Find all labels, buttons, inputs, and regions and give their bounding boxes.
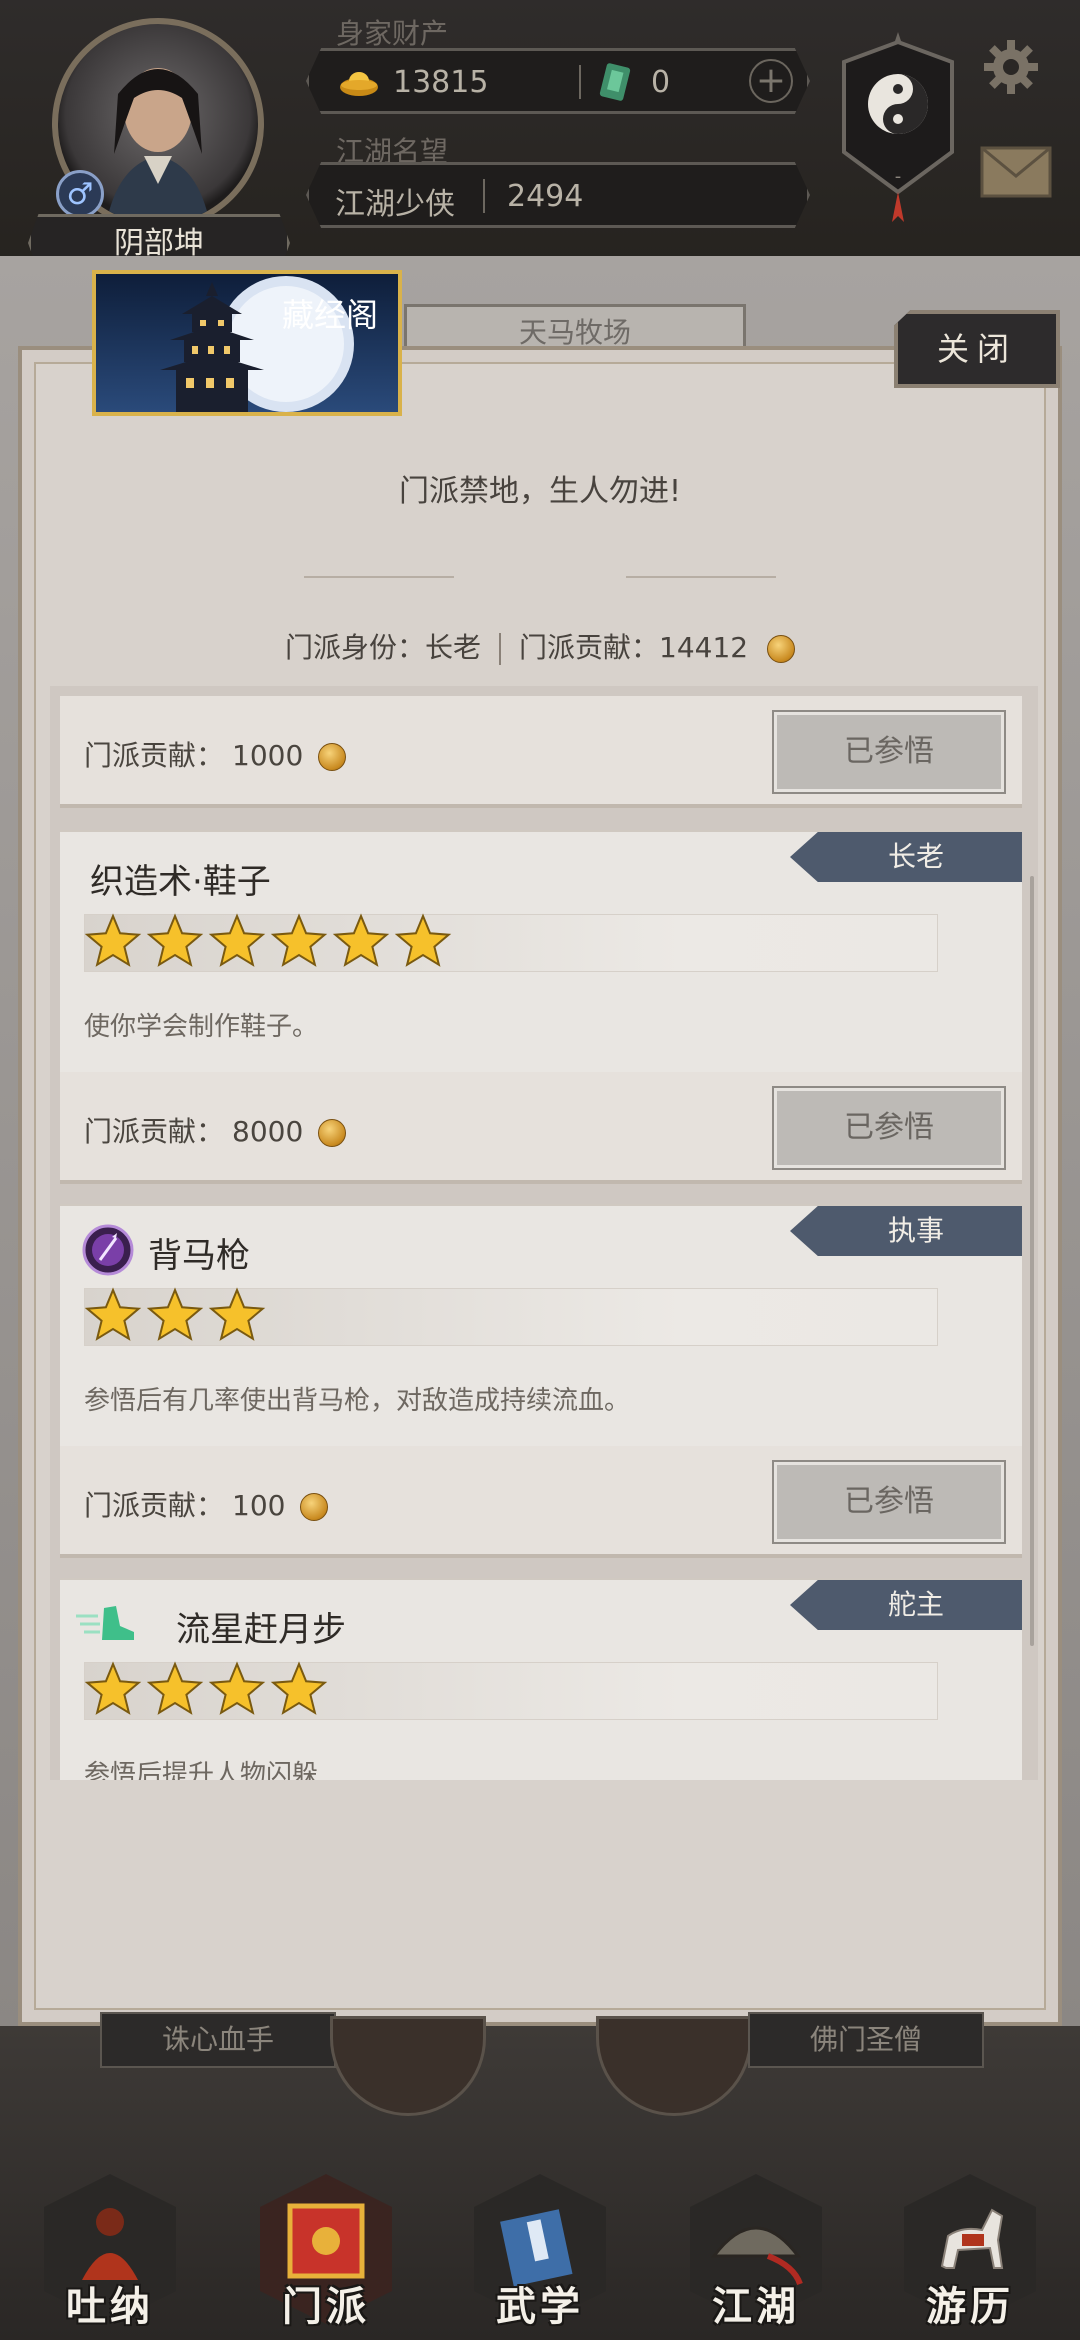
cost-label: 门派贡献： <box>84 1489 225 1522</box>
cost-label: 门派贡献： <box>84 739 225 772</box>
star-rating <box>84 1287 938 1346</box>
gear-icon[interactable] <box>982 38 1040 96</box>
skill-list[interactable]: 门派贡献： 1000 已参悟 长老 织造术·鞋子 使你学会制作鞋子。 门派贡献： 8… <box>50 686 1038 1780</box>
add-currency-button[interactable]: + <box>749 59 793 103</box>
fame-value: 2494 <box>507 179 584 214</box>
background-plate-right: 佛门圣僧 <box>748 2012 984 2068</box>
star-rating <box>84 1661 938 1720</box>
cost-value: 8000 <box>232 1115 304 1148</box>
top-bar: ♂ 阴部坤 身家财产 13815 0 + 江湖名望 江湖少侠 2494 - <box>0 0 1080 272</box>
running-boot-icon <box>76 1606 134 1640</box>
cost-value: 100 <box>232 1489 286 1522</box>
close-button[interactable]: 关闭 <box>894 310 1060 388</box>
star-icon <box>208 1661 266 1715</box>
sect-status: 门派身份：长老 门派贡献：14412 <box>0 626 1080 666</box>
coin-icon <box>300 1493 329 1521</box>
gold-ingot-icon <box>340 72 378 96</box>
star-icon <box>146 1287 204 1341</box>
learned-button[interactable]: 已参悟 <box>772 710 1006 794</box>
modal-title: 藏经阁 <box>281 296 378 334</box>
sect-identity: 门派身份：长老 <box>285 631 482 664</box>
star-icon <box>85 1287 142 1341</box>
rank-tag: 舵主 <box>790 1580 1022 1630</box>
star-icon <box>270 913 328 967</box>
skill-cost-row: 门派贡献： 100 已参悟 <box>60 1446 1022 1558</box>
rank-tag: 执事 <box>790 1206 1022 1256</box>
coin-icon <box>318 743 347 771</box>
star-icon <box>270 1661 328 1715</box>
skill-description: 参悟后提升人物闪躲 <box>84 1760 319 1780</box>
svg-text:-: - <box>895 166 902 187</box>
jade-amount: 0 <box>651 65 671 100</box>
skill-card[interactable]: 舵主 流星赶月步 参悟后提升人物闪躲 <box>60 1578 1022 1780</box>
divider-left <box>304 576 454 578</box>
nav-jianghu[interactable]: 江湖 <box>676 2156 836 2340</box>
star-icon <box>394 913 452 967</box>
skill-card[interactable]: 长老 织造术·鞋子 使你学会制作鞋子。 <box>60 830 1022 1074</box>
fame-title: 江湖少侠 <box>335 187 455 222</box>
star-icon <box>85 913 142 967</box>
cost-label: 门派贡献： <box>84 1115 225 1148</box>
cost-value: 1000 <box>232 739 304 772</box>
skill-description: 使你学会制作鞋子。 <box>84 1012 319 1042</box>
star-rating <box>84 913 938 972</box>
coin-icon <box>318 1119 347 1147</box>
fame-bar: 江湖少侠 2494 <box>306 162 810 228</box>
star-icon <box>208 1287 266 1341</box>
star-icon <box>208 913 266 967</box>
skill-name: 流星赶月步 <box>176 1610 346 1650</box>
sect-contribution: 门派贡献：14412 <box>519 631 749 664</box>
currency-bar: 13815 0 + <box>306 48 810 114</box>
star-icon <box>85 1661 142 1715</box>
gold-amount: 13815 <box>393 65 489 100</box>
nav-label: 吐纳 <box>66 2284 154 2330</box>
wealth-label: 身家财产 <box>336 17 449 50</box>
skill-name: 背马枪 <box>148 1236 250 1276</box>
jade-ticket-icon <box>599 63 631 101</box>
nav-menpai[interactable]: 门派 <box>246 2156 406 2340</box>
skill-card[interactable]: 执事 背马枪 参悟后有几率使出背马枪，对敌造成持续流血。 <box>60 1204 1022 1448</box>
nav-youli[interactable]: 游历 <box>890 2156 1050 2340</box>
learned-button[interactable]: 已参悟 <box>772 1460 1006 1544</box>
background-plate-left: 诛心血手 <box>100 2012 336 2068</box>
nav-label: 武学 <box>496 2284 584 2330</box>
list-scrollbar[interactable] <box>1030 876 1034 1646</box>
nav-tuna[interactable]: 吐纳 <box>30 2156 190 2340</box>
nav-label: 游历 <box>926 2284 1014 2330</box>
nav-label: 江湖 <box>712 2284 800 2330</box>
spear-orb-icon <box>82 1224 134 1276</box>
nav-label: 门派 <box>282 2284 370 2330</box>
learned-button[interactable]: 已参悟 <box>772 1086 1006 1170</box>
modal-title-card: 藏经阁 <box>92 270 402 416</box>
nav-wuxue[interactable]: 武学 <box>460 2156 620 2340</box>
skill-description: 参悟后有几率使出背马枪，对敌造成持续流血。 <box>84 1386 631 1416</box>
rank-tag: 长老 <box>790 832 1022 882</box>
skill-cost-row: 门派贡献： 1000 已参悟 <box>60 696 1022 808</box>
star-icon <box>146 1661 204 1715</box>
star-icon <box>332 913 390 967</box>
divider-right <box>626 576 776 578</box>
skill-cost-row: 门派贡献： 8000 已参悟 <box>60 1072 1022 1184</box>
star-icon <box>146 913 204 967</box>
contribution-coin-icon <box>767 635 795 663</box>
skill-name: 织造术·鞋子 <box>90 862 271 902</box>
male-icon: ♂ <box>56 170 104 218</box>
modal-motto: 门派禁地，生人勿进! <box>398 474 682 509</box>
mail-icon[interactable] <box>980 146 1052 198</box>
taiji-emblem-icon[interactable]: - <box>836 32 960 232</box>
